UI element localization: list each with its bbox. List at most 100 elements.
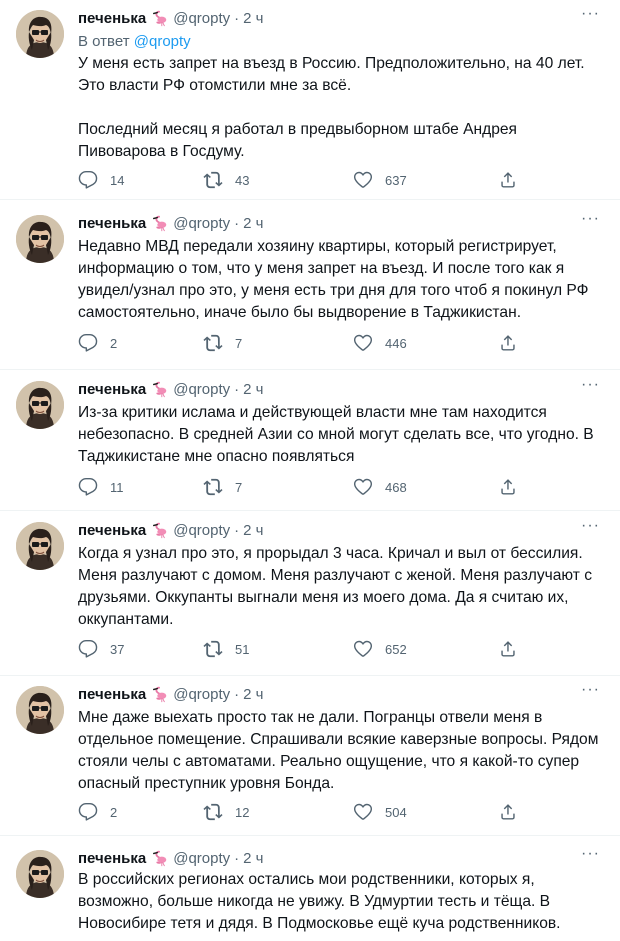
divider	[0, 369, 620, 370]
share-button[interactable]	[498, 802, 530, 822]
heart-icon	[353, 803, 373, 820]
author-name[interactable]: печенька	[78, 686, 146, 703]
tweet-text: Недавно МВД передали хозяину квартиры, к…	[78, 238, 589, 321]
author-name[interactable]: печенька	[78, 10, 146, 27]
reply-button[interactable]: 11	[78, 477, 124, 497]
share-button[interactable]	[498, 170, 530, 190]
avatar[interactable]	[16, 522, 64, 570]
tweet-text: Из-за критики ислама и действующей власт…	[78, 404, 594, 465]
more-options-icon[interactable]: ···	[581, 518, 600, 534]
retweet-icon	[203, 803, 223, 821]
heart-icon	[353, 478, 373, 495]
retweet-button[interactable]: 43	[203, 170, 249, 190]
tweet-time[interactable]: 2 ч	[243, 10, 263, 27]
reply-button[interactable]: 2	[78, 802, 117, 822]
tweet-actions: 14 43 637	[78, 170, 518, 190]
author-handle[interactable]: @qropty	[173, 10, 230, 27]
share-icon	[501, 804, 515, 820]
like-button[interactable]: 504	[353, 802, 407, 822]
reply-button[interactable]: 14	[78, 170, 124, 190]
reply-count: 2	[110, 804, 118, 820]
tweet-time[interactable]: 2 ч	[243, 850, 263, 867]
tweet-header: печенька @qropty · 2 ч	[78, 213, 263, 233]
like-count: 468	[385, 479, 407, 495]
retweet-count: 51	[235, 641, 250, 657]
reply-icon	[78, 477, 98, 496]
avatar[interactable]	[16, 381, 64, 429]
author-handle[interactable]: @qropty	[173, 215, 230, 232]
reply-count: 2	[110, 335, 118, 351]
retweet-icon	[203, 478, 223, 496]
tweet-4[interactable]: печенька @qropty · 2 ч ··· Когда я узнал…	[0, 512, 620, 676]
tweet-time[interactable]: 2 ч	[243, 215, 263, 232]
heart-icon	[353, 640, 373, 657]
retweet-button[interactable]: 51	[203, 639, 249, 659]
avatar[interactable]	[16, 215, 64, 263]
separator-dot: ·	[234, 849, 240, 867]
avatar[interactable]	[16, 686, 64, 734]
like-button[interactable]: 446	[353, 333, 407, 353]
like-count: 652	[385, 641, 407, 657]
more-options-icon[interactable]: ···	[581, 377, 600, 393]
avatar[interactable]	[16, 10, 64, 58]
tweet-header: печенька @qropty · 2 ч	[78, 379, 263, 399]
tweet-text: Когда я узнал про это, я прорыдал 3 часа…	[78, 545, 593, 628]
tweet-actions: 37 51 652	[78, 639, 518, 659]
author-name[interactable]: печенька	[78, 522, 146, 539]
more-options-icon[interactable]: ···	[581, 682, 600, 698]
tweet-time[interactable]: 2 ч	[243, 522, 263, 539]
reply-icon	[78, 639, 98, 658]
tweet-text: Мне даже выехать просто так не дали. Пог…	[78, 709, 599, 792]
like-count: 446	[385, 335, 407, 351]
share-icon	[501, 641, 515, 657]
divider	[0, 199, 620, 200]
like-count: 637	[385, 172, 407, 188]
author-name[interactable]: печенька	[78, 381, 146, 398]
reply-button[interactable]: 37	[78, 639, 124, 659]
separator-dot: ·	[234, 380, 240, 398]
reply-count: 37	[110, 641, 125, 657]
author-handle[interactable]: @qropty	[173, 850, 230, 867]
reply-to-link[interactable]: @qropty	[134, 33, 191, 50]
heart-icon	[353, 334, 373, 351]
retweet-count: 7	[235, 335, 243, 351]
reply-icon	[78, 333, 98, 352]
author-handle[interactable]: @qropty	[173, 522, 230, 539]
tweet-header: печенька @qropty · 2 ч	[78, 8, 263, 28]
author-handle[interactable]: @qropty	[173, 381, 230, 398]
divider	[0, 835, 620, 836]
like-button[interactable]: 652	[353, 639, 407, 659]
separator-dot: ·	[234, 521, 240, 539]
like-count: 504	[385, 804, 407, 820]
tweet-text: У меня есть запрет на въезд в Россию. Пр…	[78, 55, 585, 160]
author-handle[interactable]: @qropty	[173, 686, 230, 703]
more-options-icon[interactable]: ···	[581, 846, 600, 862]
tweet-time[interactable]: 2 ч	[243, 686, 263, 703]
like-button[interactable]: 468	[353, 477, 407, 497]
retweet-button[interactable]: 12	[203, 802, 249, 822]
retweet-button[interactable]: 7	[203, 333, 242, 353]
separator-dot: ·	[234, 214, 240, 232]
avatar[interactable]	[16, 850, 64, 898]
tweet-6[interactable]: печенька @qropty · 2 ч ··· В российских …	[0, 840, 620, 941]
share-icon	[501, 335, 515, 351]
retweet-button[interactable]: 7	[203, 477, 242, 497]
share-button[interactable]	[498, 639, 530, 659]
tweet-5[interactable]: печенька @qropty · 2 ч ··· Мне даже выех…	[0, 676, 620, 836]
tweet-3[interactable]: печенька @qropty · 2 ч ··· Из-за критики…	[0, 371, 620, 511]
more-options-icon[interactable]: ···	[581, 211, 600, 227]
tweet-2[interactable]: печенька @qropty · 2 ч ··· Недавно МВД п…	[0, 205, 620, 370]
tweet-time[interactable]: 2 ч	[243, 381, 263, 398]
author-name[interactable]: печенька	[78, 215, 146, 232]
share-icon	[501, 172, 515, 188]
author-name[interactable]: печенька	[78, 850, 146, 867]
share-button[interactable]	[498, 333, 530, 353]
tweet-1[interactable]: печенька @qropty · 2 ч ··· В ответ @qrop…	[0, 0, 620, 200]
like-button[interactable]: 637	[353, 170, 407, 190]
tweet-thread: печенька @qropty · 2 ч ··· В ответ @qrop…	[0, 0, 620, 941]
flamingo-icon	[153, 686, 168, 703]
reply-button[interactable]: 2	[78, 333, 117, 353]
share-button[interactable]	[498, 477, 530, 497]
tweet-text: В российских регионах остались мои родст…	[78, 871, 561, 932]
more-options-icon[interactable]: ···	[581, 6, 600, 22]
